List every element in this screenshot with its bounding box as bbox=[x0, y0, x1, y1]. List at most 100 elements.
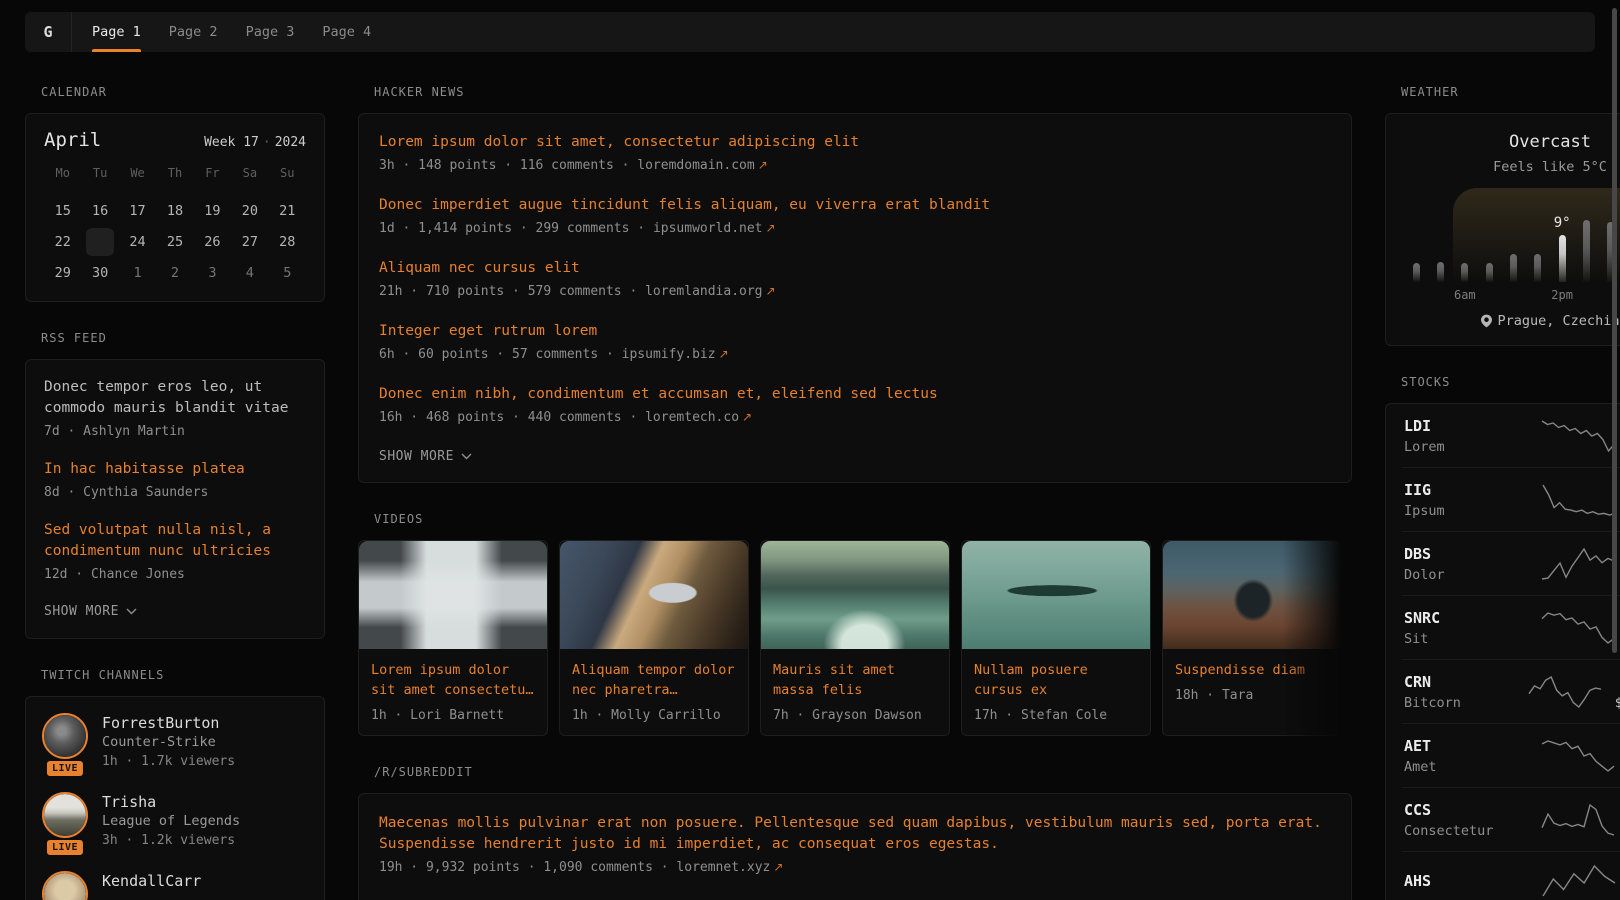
page-tab[interactable]: Page 2 bbox=[155, 12, 232, 52]
stock-row[interactable]: LDI Lorem +4.35% $795.18 bbox=[1402, 404, 1620, 467]
calendar-day: 26 bbox=[194, 226, 231, 257]
calendar-day: 24 bbox=[119, 226, 156, 257]
hn-meta-text: 16h · 468 points · 440 comments · bbox=[379, 410, 645, 425]
hn-item-domain[interactable]: loremlandia.org bbox=[645, 284, 762, 299]
page-tab[interactable]: Page 4 bbox=[308, 12, 385, 52]
channel-name: KendallCarr bbox=[102, 871, 201, 891]
video-card[interactable]: Lorem ipsum dolor sit amet consectetu… 1… bbox=[358, 540, 548, 736]
rss-item-headline[interactable]: In hac habitasse platea bbox=[44, 459, 306, 480]
hn-item-domain[interactable]: ipsumify.biz bbox=[622, 347, 716, 362]
weather-bar-column bbox=[1501, 188, 1525, 282]
subreddit-post-domain[interactable]: loremnet.xyz bbox=[676, 860, 770, 875]
page-tab[interactable]: Page 1 bbox=[78, 12, 155, 52]
stock-identity: CRN Bitcorn bbox=[1404, 672, 1516, 712]
page-tab-label: Page 4 bbox=[322, 24, 371, 40]
stock-row[interactable]: IIG Ipsum +2.84% $42.04 bbox=[1402, 467, 1620, 531]
video-card[interactable]: Aliquam tempor dolor nec pharetra… 1h · … bbox=[559, 540, 749, 736]
subreddit-post-meta: 19h · 9,932 points · 1,090 comments · lo… bbox=[379, 859, 1331, 876]
calendar-day: 30 bbox=[81, 257, 118, 288]
channel-game: League of Legends bbox=[102, 812, 240, 831]
page-tab-label: Page 2 bbox=[169, 24, 218, 40]
widget-label: HACKER NEWS bbox=[374, 85, 1352, 99]
video-title[interactable]: Lorem ipsum dolor sit amet consectetu… bbox=[371, 660, 535, 700]
temperature-bar bbox=[1583, 220, 1590, 282]
calendar-weekday-row: MoTuWeThFrSaSu bbox=[44, 163, 306, 183]
channel-avatar-wrap: LIVE bbox=[42, 713, 88, 771]
dashboard-page: G Page 1 Page 2 Page 3 Pag bbox=[0, 0, 1620, 900]
hn-item-headline[interactable]: Donec imperdiet augue tincidunt felis al… bbox=[379, 195, 1331, 216]
hn-item-headline[interactable]: Aliquam nec cursus elit bbox=[379, 258, 1331, 279]
rss-item: Donec tempor eros leo, ut commodo mauris… bbox=[44, 377, 306, 440]
widget-label: RSS FEED bbox=[41, 331, 325, 345]
hn-item-domain[interactable]: loremdomain.com bbox=[637, 158, 754, 173]
stock-row[interactable]: CRN Bitcorn -1.00% $66,171.48 bbox=[1402, 659, 1620, 723]
calendar-day: 28 bbox=[269, 226, 306, 257]
week-number: Week 17 bbox=[204, 135, 259, 150]
stock-row[interactable]: AHS +0.46% bbox=[1402, 851, 1620, 900]
hn-item-meta: 21h · 710 points · 579 comments · loreml… bbox=[379, 283, 1331, 300]
twitch-channel-row[interactable]: LIVE Trisha League of Legends 3h · 1.2k … bbox=[42, 792, 308, 850]
stock-sparkline bbox=[1540, 739, 1616, 773]
videos-row: Lorem ipsum dolor sit amet consectetu… 1… bbox=[358, 540, 1352, 736]
scrollbar-thumb[interactable] bbox=[1612, 8, 1617, 653]
video-title[interactable]: Aliquam tempor dolor nec pharetra… bbox=[572, 660, 736, 700]
video-card[interactable]: Nullam posuere cursus ex 17h · Stefan Co… bbox=[961, 540, 1151, 736]
hn-item-headline[interactable]: Lorem ipsum dolor sit amet, consectetur … bbox=[379, 132, 1331, 153]
show-more-button[interactable]: SHOW MORE bbox=[379, 447, 472, 470]
calendar-day: 4 bbox=[231, 257, 268, 288]
page-tab[interactable]: Page 3 bbox=[232, 12, 309, 52]
twitch-channels-card: LIVE ForrestBurton Counter-Strike 1h · 1… bbox=[25, 696, 325, 900]
external-link-icon: ↗ bbox=[770, 860, 783, 874]
video-title[interactable]: Suspendisse diam bbox=[1175, 660, 1339, 680]
current-temp-label: 9° bbox=[1554, 215, 1571, 231]
hn-item-headline[interactable]: Integer eget rutrum lorem bbox=[379, 321, 1331, 342]
hn-meta-text: 1d · 1,414 points · 299 comments · bbox=[379, 221, 653, 236]
video-title[interactable]: Nullam posuere cursus ex bbox=[974, 660, 1138, 700]
content-grid: CALENDAR April Week 17·2024 MoTuWeThFrSa… bbox=[0, 52, 1620, 900]
rss-item-headline[interactable]: Sed volutpat nulla nisl, a condimentum n… bbox=[44, 520, 306, 562]
stock-ticker: IIG bbox=[1404, 480, 1516, 500]
hn-item-domain[interactable]: loremtech.co bbox=[645, 410, 739, 425]
stock-name: Lorem bbox=[1404, 438, 1516, 456]
widget-label: VIDEOS bbox=[374, 512, 1352, 526]
stock-sparkline bbox=[1540, 803, 1616, 837]
middle-column: HACKER NEWS Lorem ipsum dolor sit amet, … bbox=[358, 85, 1352, 900]
stock-ticker: CCS bbox=[1404, 800, 1516, 820]
weather-bar-column bbox=[1477, 188, 1501, 282]
calendar-day: 20 bbox=[231, 195, 268, 226]
channel-avatar-wrap: LIVE bbox=[42, 792, 88, 850]
weather-bar-column: 9° 2pm bbox=[1550, 188, 1574, 282]
page-tab-label: Page 3 bbox=[246, 24, 295, 40]
hn-item-domain[interactable]: ipsumworld.net bbox=[653, 221, 763, 236]
video-card[interactable]: Mauris sit amet massa felis 7h · Grayson… bbox=[760, 540, 950, 736]
calendar-week-year: Week 17·2024 bbox=[204, 135, 306, 150]
twitch-channel-row[interactable]: KendallCarr bbox=[42, 871, 308, 900]
weekday-label: We bbox=[119, 163, 156, 183]
app-logo[interactable]: G bbox=[25, 12, 72, 52]
rss-item-headline[interactable]: Donec tempor eros leo, ut commodo mauris… bbox=[44, 377, 306, 419]
rss-item: In hac habitasse platea 8d · Cynthia Sau… bbox=[44, 459, 306, 501]
stock-row[interactable]: DBS Dolor +1.42% $156.28 bbox=[1402, 531, 1620, 595]
stock-name: Ipsum bbox=[1404, 502, 1516, 520]
stock-row[interactable]: AET Amet +0.92% $499.72 bbox=[1402, 723, 1620, 787]
channel-meta: 3h · 1.2k viewers bbox=[102, 831, 240, 850]
weekday-label: Su bbox=[269, 163, 306, 183]
videos-widget: VIDEOS Lorem ipsum dolor sit amet consec… bbox=[358, 512, 1352, 736]
stock-name: Dolor bbox=[1404, 566, 1516, 584]
weather-card: Overcast Feels like 5°C bbox=[1385, 113, 1620, 346]
hn-item-headline[interactable]: Donec enim nibh, condimentum et accumsan… bbox=[379, 384, 1331, 405]
stock-row[interactable]: CCS Consectetur +0.51% $165.84 bbox=[1402, 787, 1620, 851]
stock-ticker: SNRC bbox=[1404, 608, 1516, 628]
widget-label: TWITCH CHANNELS bbox=[41, 668, 325, 682]
video-card-body: Aliquam tempor dolor nec pharetra… 1h · … bbox=[560, 649, 748, 735]
stock-row[interactable]: SNRC Sit +1.36% $148.64 bbox=[1402, 595, 1620, 659]
hn-item-meta: 6h · 60 points · 57 comments · ipsumify.… bbox=[379, 346, 1331, 363]
weather-location: Prague, Czechia bbox=[1404, 313, 1620, 329]
twitch-channel-row[interactable]: LIVE ForrestBurton Counter-Strike 1h · 1… bbox=[42, 713, 308, 771]
video-card[interactable]: Suspendisse diam 18h · Tara bbox=[1162, 540, 1352, 736]
right-column: WEATHER Overcast Feels like 5°C bbox=[1385, 85, 1620, 900]
video-title[interactable]: Mauris sit amet massa felis bbox=[773, 660, 937, 700]
video-card-body: Suspendisse diam 18h · Tara bbox=[1163, 649, 1351, 715]
subreddit-post-headline[interactable]: Maecenas mollis pulvinar erat non posuer… bbox=[379, 813, 1331, 855]
show-more-button[interactable]: SHOW MORE bbox=[44, 602, 137, 625]
